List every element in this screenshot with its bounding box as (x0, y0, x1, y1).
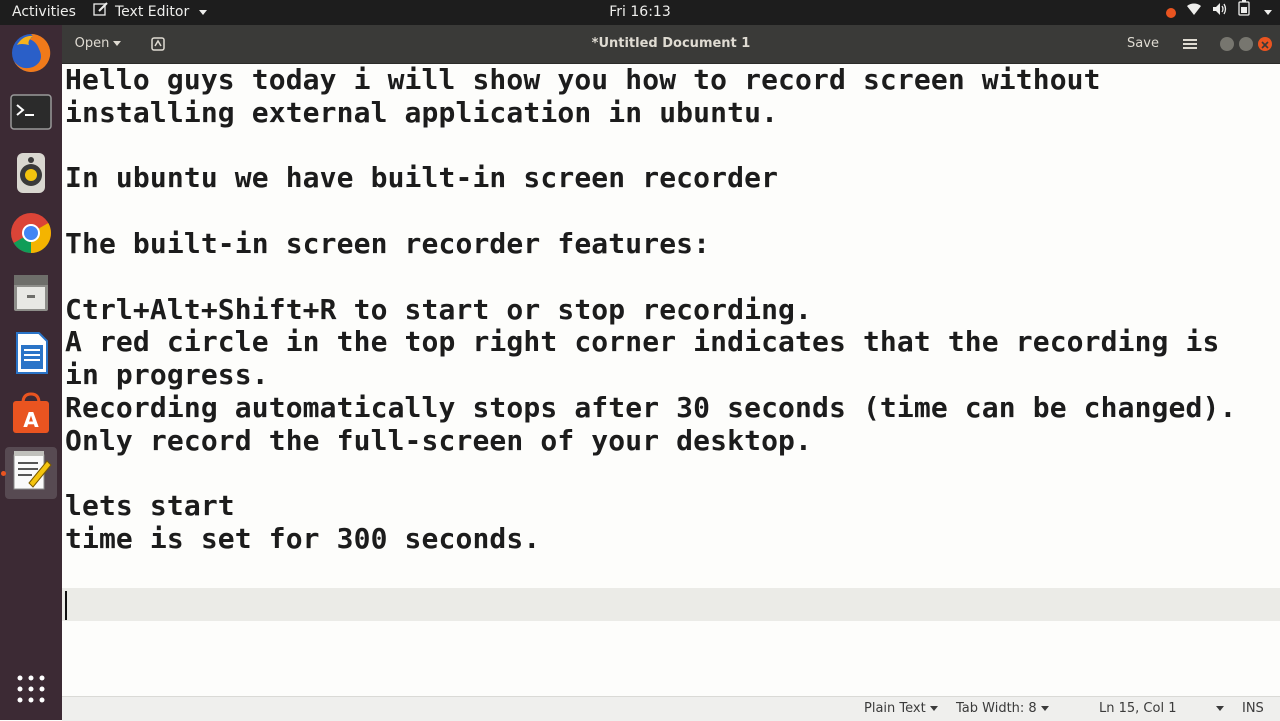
insert-mode-indicator: INS (1242, 701, 1264, 716)
recording-indicator-icon (1166, 7, 1176, 18)
cursor-position-label: Ln 15, Col 1 (1099, 701, 1177, 716)
dock-item-ubuntu-software[interactable]: A (5, 389, 57, 441)
software-store-icon: A (9, 391, 53, 439)
system-tray[interactable] (1166, 0, 1272, 25)
chevron-down-icon (1040, 706, 1049, 711)
document-writer-icon (9, 331, 53, 379)
dock-item-terminal[interactable] (5, 89, 57, 141)
tab-width-selector[interactable]: Tab Width: 8 (956, 697, 1049, 721)
hamburger-menu-button[interactable] (1177, 31, 1203, 57)
header-bar: Open *Untitled Document 1 Save (62, 25, 1280, 64)
open-button[interactable]: Open (68, 31, 128, 57)
close-icon (1258, 37, 1272, 56)
running-indicator (1, 471, 6, 476)
window-title: *Untitled Document 1 (591, 36, 751, 51)
text-editor-area[interactable]: Hello guys today i will show you how to … (62, 63, 1280, 696)
dock-item-text-editor[interactable] (1, 447, 57, 499)
text-cursor (65, 591, 67, 620)
text-editor-icon (93, 0, 109, 25)
status-bar: Plain Text Tab Width: 8 Ln 15, Col 1 INS (62, 696, 1280, 721)
app-menu-label: Text Editor (115, 4, 190, 20)
chrome-icon (9, 211, 53, 259)
speaker-icon (9, 151, 53, 199)
wifi-icon (1186, 0, 1202, 25)
apps-grid-icon (16, 674, 46, 708)
tab-width-label: Tab Width: 8 (956, 701, 1037, 716)
language-label: Plain Text (864, 701, 926, 716)
dock-item-files[interactable] (5, 269, 57, 321)
dock-item-firefox[interactable] (5, 29, 57, 81)
terminal-icon (9, 93, 53, 137)
clock-label[interactable]: Fri 16:13 (609, 4, 670, 20)
show-applications-button[interactable] (5, 665, 57, 717)
app-menu[interactable]: Text Editor (93, 0, 208, 25)
language-selector[interactable]: Plain Text (864, 697, 938, 721)
chevron-down-icon (929, 706, 938, 711)
chevron-down-icon (199, 10, 208, 15)
dock-item-rhythmbox[interactable] (5, 149, 57, 201)
save-button[interactable]: Save (1119, 31, 1167, 57)
open-button-label: Open (74, 36, 110, 51)
close-button[interactable] (1258, 37, 1272, 51)
text-editor-icon (9, 449, 53, 497)
dock-item-chrome[interactable] (5, 209, 57, 261)
activities-button[interactable]: Activities (12, 0, 76, 25)
new-document-button[interactable] (142, 31, 174, 57)
svg-text:A: A (23, 408, 39, 432)
chevron-down-icon (1216, 706, 1225, 711)
cursor-position-selector[interactable]: Ln 15, Col 1 (1099, 697, 1225, 721)
dock-item-writer[interactable] (5, 329, 57, 381)
firefox-icon (9, 31, 53, 79)
battery-icon (1238, 0, 1250, 25)
chevron-down-icon (113, 41, 122, 46)
files-icon (9, 271, 53, 319)
hamburger-icon (1183, 36, 1197, 51)
document-text[interactable]: Hello guys today i will show you how to … (65, 63, 1236, 589)
top-bar: Activities Text Editor Fri 16:13 (0, 0, 1280, 25)
volume-icon (1212, 0, 1228, 25)
maximize-button[interactable] (1239, 37, 1253, 51)
minimize-button[interactable] (1220, 37, 1234, 51)
new-document-icon (150, 36, 166, 51)
dock: A (0, 25, 62, 720)
chevron-down-icon (1264, 10, 1272, 15)
current-line-highlight (62, 588, 1280, 621)
